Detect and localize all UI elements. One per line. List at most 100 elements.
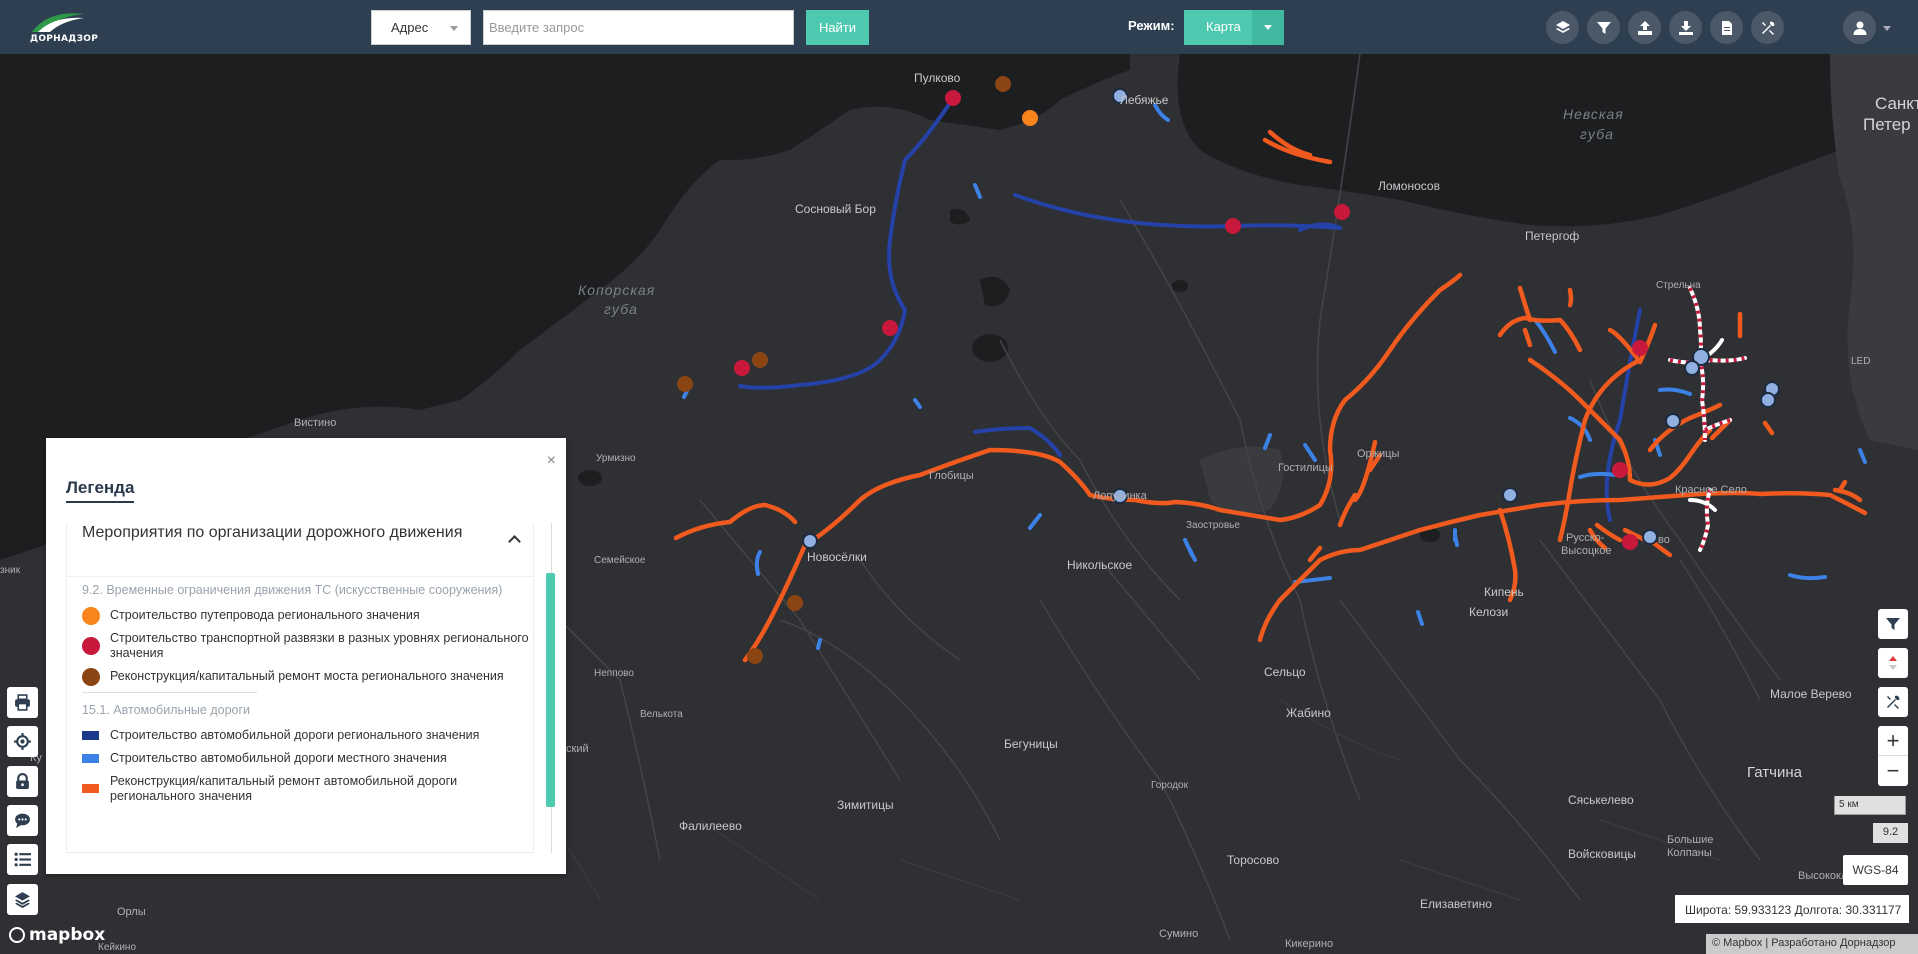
legend-item-label: Строительство транспортной развязки в ра… <box>110 631 529 660</box>
map-label: Келози <box>1469 605 1509 619</box>
attribution[interactable]: © Mapbox | Разработано Дорнадзор <box>1706 934 1918 954</box>
legend-item-label: Строительство путепровода регионального … <box>110 608 420 622</box>
map-label: Сельцо <box>1264 665 1306 679</box>
coordinates-readout: Широта: 59.933123 Долгота: 30.331177 <box>1675 895 1909 923</box>
legend-item: Строительство автомобильной дороги регио… <box>67 728 533 743</box>
sort-button[interactable] <box>1878 648 1908 678</box>
mode-dropdown[interactable]: Карта <box>1184 10 1284 45</box>
legend-panel: × Легенда Мероприятия по организации дор… <box>46 438 566 874</box>
map-label: Сяськелево <box>1568 793 1634 807</box>
comment-icon <box>15 813 30 828</box>
map-label: Кипень <box>1484 585 1524 599</box>
divider <box>82 692 257 693</box>
address-select[interactable]: Адрес <box>371 10 471 45</box>
mapbox-logo[interactable]: mapbox <box>9 925 105 945</box>
logo[interactable]: ДОРНАДЗОР <box>28 8 98 46</box>
zoom-control: + − <box>1878 726 1908 786</box>
map-label: Вистино <box>294 417 337 429</box>
map-label: Петергоф <box>1525 229 1580 243</box>
map-label: Неппово <box>594 668 634 679</box>
upload-icon <box>1637 20 1652 35</box>
overpass-marker-icon <box>82 606 100 625</box>
local-road-line-icon <box>82 753 99 763</box>
search-input[interactable] <box>483 10 794 45</box>
filter-icon <box>1596 21 1611 34</box>
user-button[interactable] <box>1843 11 1876 44</box>
tools-button[interactable] <box>1751 11 1784 44</box>
map-label: Невская <box>1563 106 1624 122</box>
map-label: Ломоносов <box>1378 179 1440 193</box>
map-label: Войсковицы <box>1568 847 1637 861</box>
legend-item-label: Реконструкция/капитальный ремонт моста р… <box>110 669 504 683</box>
scroll-thumb[interactable] <box>546 573 555 807</box>
mapbox-logo-text: mapbox <box>29 925 106 945</box>
address-select-value: Адрес <box>391 20 429 35</box>
top-bar: ДОРНАДЗОР Адрес Найти Режим: Карта <box>0 0 1918 54</box>
zoom-in-button[interactable]: + <box>1878 726 1908 756</box>
legend-item-label: Строительство автомобильной дороги регио… <box>110 728 480 742</box>
document-button[interactable] <box>1710 11 1743 44</box>
legend-item: Реконструкция/капитальный ремонт моста р… <box>67 667 533 686</box>
legend-title: Легенда <box>66 478 135 503</box>
legend-item: Строительство путепровода регионального … <box>67 606 533 625</box>
map-label: Городок <box>1151 780 1188 791</box>
download-button[interactable] <box>1669 11 1702 44</box>
zoom-level: 9.2 <box>1873 823 1908 843</box>
legend-item: Реконструкция/капитальный ремонт автомоб… <box>67 774 533 804</box>
bridge-marker-icon <box>82 667 100 686</box>
map-filter-button[interactable] <box>1878 609 1908 639</box>
mapbox-icon <box>9 927 25 943</box>
lat-value: 59.933123 <box>1734 903 1792 917</box>
mode-label: Режим: <box>1128 18 1175 33</box>
lon-value: 30.331177 <box>1845 903 1902 917</box>
lock-button[interactable] <box>7 766 38 797</box>
map-label: Копорская <box>578 282 656 298</box>
chevron-down-icon[interactable] <box>1883 26 1891 31</box>
comment-button[interactable] <box>7 805 38 836</box>
map-label: Зимитицы <box>837 798 894 812</box>
lon-label: Долгота: <box>1794 903 1843 917</box>
map-label: LED <box>1851 356 1871 367</box>
filter-icon <box>1886 618 1900 630</box>
close-icon[interactable]: × <box>547 453 556 469</box>
legend-scrollbar[interactable] <box>546 523 562 853</box>
map-label: Фалилеево <box>679 819 742 833</box>
tools-icon <box>1761 21 1774 35</box>
upload-button[interactable] <box>1628 11 1661 44</box>
map-label: губа <box>1580 126 1614 142</box>
map-label: Пулково <box>914 71 961 85</box>
legend-body[interactable]: Мероприятия по организации дорожного дви… <box>66 523 534 853</box>
layers-button[interactable] <box>1546 11 1579 44</box>
lock-icon <box>16 773 29 789</box>
zoom-out-button[interactable]: − <box>1878 756 1908 786</box>
map-tools-button[interactable] <box>1878 687 1908 717</box>
map-label: Колпаны <box>1667 847 1712 859</box>
user-icon <box>1853 21 1866 35</box>
map-label: Сосновый Бор <box>795 202 876 216</box>
map-label: Сумино <box>1159 928 1199 940</box>
legend-section-header[interactable]: Мероприятия по организации дорожного дви… <box>67 523 533 577</box>
crs-button[interactable]: WGS-84 <box>1843 855 1908 885</box>
find-button[interactable]: Найти <box>806 10 869 45</box>
legend-item: Строительство автомобильной дороги местн… <box>67 751 533 766</box>
filter-button[interactable] <box>1587 11 1620 44</box>
locate-button[interactable] <box>7 726 38 757</box>
download-icon <box>1678 20 1693 35</box>
map-label: Жабино <box>1286 706 1331 720</box>
chevron-down-icon[interactable] <box>1252 10 1284 45</box>
scale-bar: 5 км <box>1834 796 1906 815</box>
layers-panel-button[interactable] <box>7 884 38 915</box>
list-button[interactable] <box>7 844 38 875</box>
legend-item-label: Строительство автомобильной дороги местн… <box>110 751 447 765</box>
map-label: Никольское <box>1067 558 1133 572</box>
legend-section-title: Мероприятия по организации дорожного дви… <box>82 524 463 541</box>
map-label: Гостилицы <box>1278 462 1333 474</box>
print-button[interactable] <box>7 687 38 718</box>
map-label: Красное Село <box>1675 484 1747 496</box>
logo-text: ДОРНАДЗОР <box>30 34 99 44</box>
layers-icon <box>15 892 30 908</box>
chevron-up-icon[interactable] <box>508 535 521 548</box>
map-label: Торосово <box>1227 853 1280 867</box>
reconstruction-road-line-icon <box>82 784 99 793</box>
lat-label: Широта: <box>1685 903 1732 917</box>
